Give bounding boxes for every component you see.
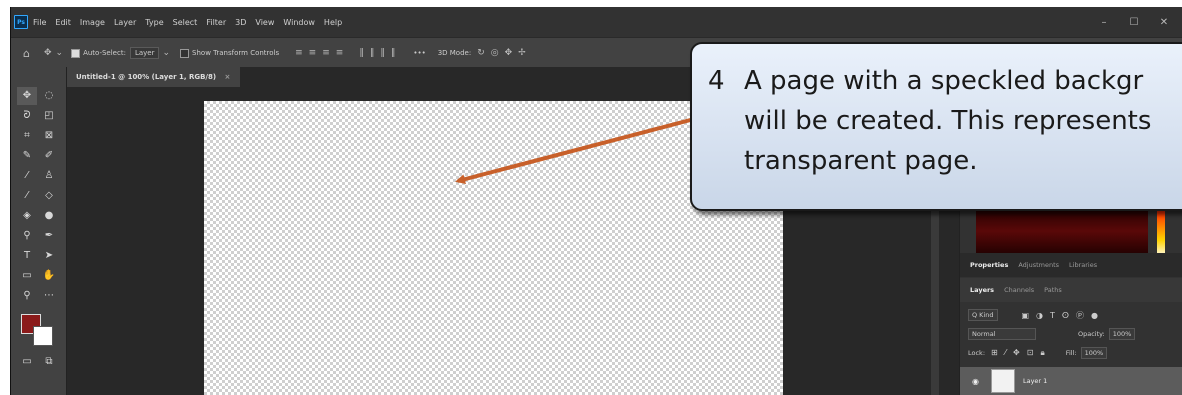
menu-edit[interactable]: Edit [55, 18, 71, 27]
dodge-tool-icon[interactable]: ⚲ [17, 227, 37, 245]
layer-select[interactable]: Layer [129, 47, 160, 59]
menu-help[interactable]: Help [324, 18, 342, 27]
healing-brush-tool-icon[interactable]: ✐ [39, 147, 59, 165]
menu-type[interactable]: Type [145, 18, 163, 27]
menu-window[interactable]: Window [283, 18, 315, 27]
layer-thumbnail [990, 369, 1015, 393]
callout-step-number: 4 [708, 66, 725, 96]
path-selection-tool-icon[interactable]: ➤ [39, 247, 59, 265]
menu-select[interactable]: Select [173, 18, 198, 27]
tab-layers[interactable]: Layers [970, 286, 994, 294]
layer-name[interactable]: Layer 1 [1023, 377, 1047, 385]
eraser-tool-icon[interactable]: ◇ [39, 187, 59, 205]
rectangle-tool-icon[interactable]: ▭ [17, 267, 37, 285]
close-tab-icon[interactable]: × [225, 73, 231, 81]
window-controls: – ☐ ✕ [1089, 7, 1179, 37]
lasso-tool-icon[interactable]: ᘑ [17, 107, 37, 125]
menu-bar: Ps File Edit Image Layer Type Select Fil… [11, 7, 1182, 37]
maximize-icon[interactable]: ☐ [1119, 17, 1149, 28]
object-select-tool-icon[interactable]: ◰ [39, 107, 59, 125]
pen-tool-icon[interactable]: ✒ [39, 227, 59, 245]
more-options-button[interactable]: ••• [413, 49, 425, 57]
callout-line-2: will be created. This represents [744, 106, 1152, 136]
filter-kind-select[interactable]: Q Kind [968, 309, 998, 321]
menu-image[interactable]: Image [80, 18, 105, 27]
move-tool-icon[interactable]: ✥ [44, 48, 52, 58]
lock-row: Lock: ⊞⁄✥⊡🔒︎ Fill: 100% [968, 345, 1176, 361]
blend-mode-select[interactable]: Normal [968, 328, 1036, 340]
menu-layer[interactable]: Layer [114, 18, 136, 27]
photoshop-logo-icon: Ps [14, 15, 28, 29]
layer-row[interactable]: ◉ Layer 1 [960, 367, 1182, 395]
tab-paths[interactable]: Paths [1044, 286, 1062, 294]
show-transform-checkbox[interactable] [180, 48, 190, 58]
history-brush-tool-icon[interactable]: ⁄ [17, 187, 37, 205]
hand-tool-icon[interactable]: ✋ [39, 267, 59, 285]
layer-select-chevron-icon[interactable]: ⌄ [162, 48, 170, 58]
chevron-down-icon[interactable]: ⌄ [56, 48, 64, 58]
layers-tab-bar: Layers Channels Paths [960, 278, 1182, 302]
menu-3d[interactable]: 3D [235, 18, 246, 27]
quick-mask-icon[interactable]: ▭ [17, 353, 37, 371]
3d-roll-icon[interactable]: ◎ [491, 48, 499, 58]
brush-tool-icon[interactable]: ⁄ [17, 167, 37, 185]
type-tool-icon[interactable]: T [17, 247, 37, 265]
filter-icons[interactable]: ▣◑TⵙⓅ● [1022, 310, 1106, 321]
tab-adjustments[interactable]: Adjustments [1018, 261, 1059, 269]
marquee-tool-icon[interactable]: ◌ [39, 87, 59, 105]
clone-stamp-tool-icon[interactable]: ♙ [39, 167, 59, 185]
opacity-label: Opacity: [1078, 330, 1105, 338]
callout-line-3: transparent page. [744, 146, 978, 176]
fill-label: Fill: [1065, 349, 1077, 357]
paint-bucket-tool-icon[interactable]: ◈ [17, 207, 37, 225]
hue-slider[interactable] [1157, 204, 1165, 258]
document-tab[interactable]: Untitled-1 @ 100% (Layer 1, RGB/8) × [66, 67, 241, 87]
menu-view[interactable]: View [255, 18, 274, 27]
close-window-icon[interactable]: ✕ [1149, 17, 1179, 28]
zoom-tool-icon[interactable]: ⚲ [17, 287, 37, 305]
home-icon[interactable]: ⌂ [23, 47, 30, 60]
tools-panel: ✥ ◌ ᘑ ◰ ⌗ ⊠ ✎ ✐ ⁄ ♙ ⁄ ◇ ◈ ● ⚲ ✒ T ➤ ▭ ✋ … [11, 67, 67, 395]
lock-label: Lock: [968, 349, 986, 357]
fill-input[interactable]: 100% [1080, 347, 1108, 359]
tab-properties[interactable]: Properties [970, 261, 1008, 269]
align-icons[interactable]: ≡≡≡≡ [295, 48, 349, 58]
screen-mode-icon[interactable]: ⧉ [39, 353, 59, 371]
lock-icons[interactable]: ⊞⁄✥⊡🔒︎ [991, 348, 1052, 358]
tab-libraries[interactable]: Libraries [1069, 261, 1097, 269]
visibility-eye-icon[interactable]: ◉ [972, 377, 979, 386]
auto-select-label: Auto-Select: [83, 49, 126, 57]
properties-tab-bar: Properties Adjustments Libraries [960, 253, 1182, 277]
auto-select-checkbox[interactable] [71, 48, 81, 58]
background-color-swatch[interactable] [33, 326, 53, 346]
crop-tool-icon[interactable]: ⌗ [17, 127, 37, 145]
layer-filter-row: Q Kind ▣◑TⵙⓅ● [968, 307, 1176, 323]
minimize-icon[interactable]: – [1089, 17, 1119, 28]
vertical-scrollbar[interactable] [931, 207, 939, 395]
opacity-input[interactable]: 100% [1108, 328, 1136, 340]
frame-tool-icon[interactable]: ⊠ [39, 127, 59, 145]
blur-tool-icon[interactable]: ● [39, 207, 59, 225]
menu-filter[interactable]: Filter [206, 18, 226, 27]
3d-mode-label: 3D Mode: [437, 49, 472, 57]
move-tool-icon[interactable]: ✥ [17, 87, 37, 105]
3d-slide-icon[interactable]: ✢ [518, 48, 526, 58]
instruction-callout: 4 A page with a speckled backgr will be … [690, 42, 1182, 211]
3d-orbit-icon[interactable]: ↻ [477, 48, 485, 58]
menu-file[interactable]: File [33, 18, 46, 27]
eyedropper-tool-icon[interactable]: ✎ [17, 147, 37, 165]
distribute-icons[interactable]: ‖‖‖‖ [359, 48, 401, 58]
document-tab-title: Untitled-1 @ 100% (Layer 1, RGB/8) [76, 73, 217, 81]
more-tools-icon[interactable]: ⋯ [39, 287, 59, 305]
3d-pan-icon[interactable]: ✥ [505, 48, 513, 58]
callout-line-1: A page with a speckled backgr [744, 66, 1144, 96]
show-transform-label: Show Transform Controls [192, 49, 280, 57]
blend-row: Normal Opacity: 100% [968, 326, 1176, 342]
color-picker-field[interactable] [976, 204, 1148, 258]
tab-channels[interactable]: Channels [1004, 286, 1034, 294]
